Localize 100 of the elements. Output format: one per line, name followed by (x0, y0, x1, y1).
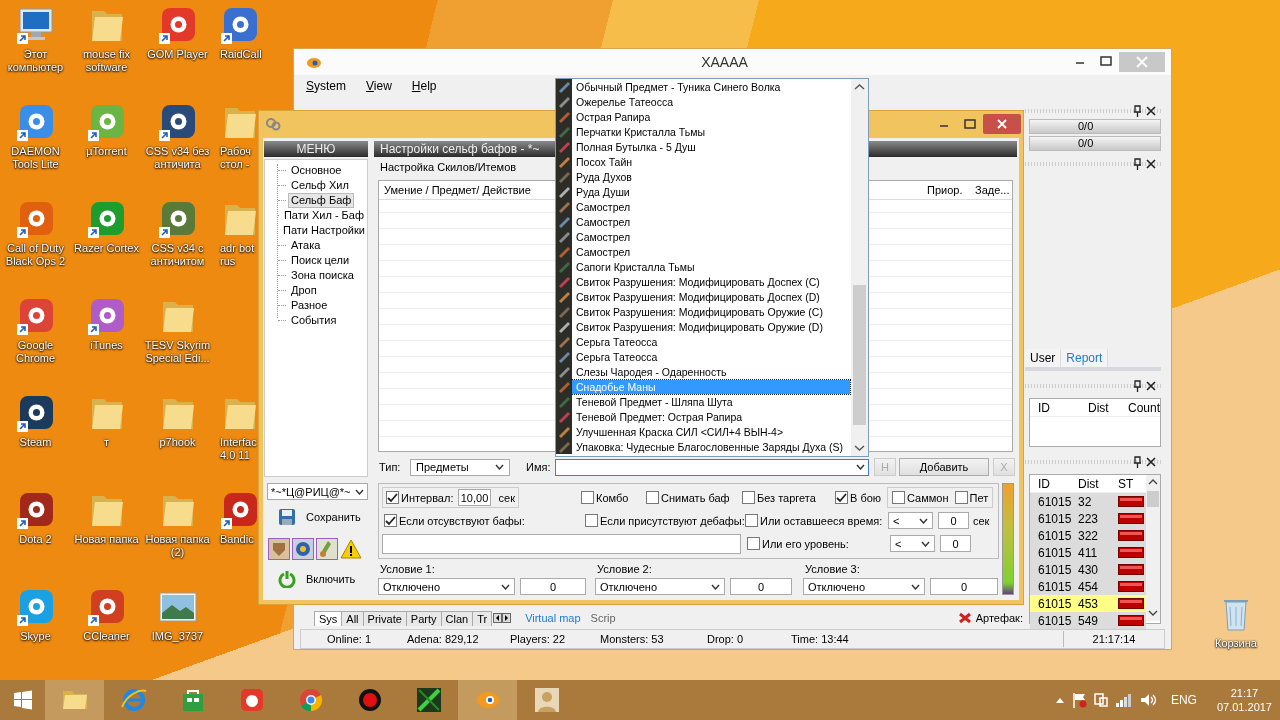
list-item[interactable]: Упаковка: Чудесные Благословенные Заряды Духа (S) (572, 439, 850, 454)
checkbox[interactable] (386, 491, 399, 504)
menu-item[interactable]: Help (411, 79, 437, 93)
pin-icon[interactable] (1133, 456, 1142, 468)
number-field[interactable]: 0 (940, 535, 971, 552)
signal-icon[interactable] (1114, 692, 1133, 708)
tab[interactable]: Virtual map (525, 612, 581, 624)
checkbox[interactable] (646, 491, 659, 504)
table-row[interactable]: 61015 453 (1030, 595, 1146, 612)
tree-item[interactable]: Основное (288, 163, 345, 178)
scroll-arrows-icon[interactable] (493, 613, 512, 623)
warning-icon[interactable] (340, 538, 362, 560)
menu-item[interactable]: View (366, 79, 392, 93)
enable-button[interactable]: Включить (264, 567, 368, 591)
action-button[interactable]: Добавить (899, 458, 989, 476)
operator-select[interactable]: < (890, 535, 935, 552)
tab[interactable]: Party (405, 610, 442, 626)
tree-item[interactable]: Пати Хил - Баф (280, 208, 367, 223)
checkbox[interactable] (747, 537, 760, 550)
number-field[interactable]: 0 (930, 578, 998, 595)
checkbox[interactable] (742, 491, 755, 504)
clock[interactable]: 21:17 07.01.2017 (1216, 686, 1272, 714)
close-icon[interactable] (1146, 159, 1156, 169)
list-item[interactable]: Сапоги Кристалла Тьмы (572, 259, 850, 274)
condition-select[interactable]: Отключено (378, 578, 515, 595)
list-item[interactable]: Серьга Татеосса (572, 334, 850, 349)
pin-icon[interactable] (1133, 105, 1142, 117)
list-item[interactable]: Свиток Разрушения: Модифицировать Оружие (D) (572, 319, 850, 334)
table-row[interactable]: 61015 454 (1030, 578, 1146, 595)
list-item[interactable]: Ожерелье Татеосса (572, 94, 850, 109)
tab[interactable]: Tr (472, 610, 493, 626)
list-item[interactable]: Руда Духов (572, 169, 850, 184)
table-row[interactable]: 61015 430 (1030, 561, 1146, 578)
orb-icon[interactable] (292, 538, 314, 560)
number-field[interactable]: 0 (938, 512, 969, 529)
list-item[interactable]: Обычный Предмет - Туника Синего Волка (572, 79, 850, 94)
windows-logo-icon[interactable] (12, 690, 33, 710)
table-row[interactable]: 61015 322 (1030, 527, 1146, 544)
tab[interactable]: User (1025, 349, 1062, 367)
list-item[interactable]: Самострел (572, 229, 850, 244)
network-icon[interactable] (1092, 692, 1109, 708)
scroll-bar[interactable] (1146, 475, 1160, 621)
list-item[interactable]: Слезы Чародея - Одаренность (572, 364, 850, 379)
type-select[interactable]: Предметы (410, 458, 510, 476)
checkbox[interactable] (954, 491, 968, 504)
table-row[interactable]: 61015 549 (1030, 612, 1146, 629)
checkbox[interactable] (745, 514, 758, 527)
list-item[interactable]: Теневой Предмет - Шляпа Шута (572, 394, 850, 409)
tab[interactable]: Scrip (590, 612, 616, 624)
close-icon[interactable] (1146, 457, 1156, 467)
list-item[interactable]: Полная Бутылка - 5 Душ (572, 139, 850, 154)
list-item[interactable]: Посох Тайн (572, 154, 850, 169)
list-item[interactable]: Свиток Разрушения: Модифицировать Доспех (C) (572, 274, 850, 289)
condition-select[interactable]: Отключено (803, 578, 925, 595)
shield-icon[interactable] (268, 538, 290, 560)
tab[interactable]: All (341, 610, 364, 626)
condition-select[interactable]: Отключено (595, 578, 725, 595)
close-button[interactable] (983, 113, 1021, 134)
list-item[interactable]: Руда Души (572, 184, 850, 199)
pin-icon[interactable] (1133, 380, 1142, 392)
list-item[interactable]: Самострел (572, 214, 850, 229)
language-indicator[interactable]: ENG (1170, 693, 1197, 707)
tree-item[interactable]: Сельф Хил (288, 178, 352, 193)
tree-item[interactable]: Поиск цели (288, 253, 353, 268)
tab[interactable]: Report (1061, 349, 1109, 367)
tree-item[interactable]: События (288, 313, 340, 328)
number-field[interactable]: 0 (520, 578, 586, 595)
tree-item[interactable]: Дроп (288, 283, 320, 298)
table-row[interactable]: 61015 223 (1030, 510, 1146, 527)
close-icon[interactable] (1146, 381, 1156, 391)
list-item[interactable]: Самострел (572, 199, 850, 214)
checkbox[interactable] (892, 491, 905, 504)
list-item[interactable]: Острая Рапира (572, 109, 850, 124)
list-item[interactable]: Улучшенная Краска СИЛ <СИЛ+4 ВЫН-4> (572, 424, 850, 439)
table-row[interactable]: 61015 32 (1030, 493, 1146, 510)
checkbox[interactable] (384, 514, 397, 527)
checkbox[interactable] (581, 491, 594, 504)
list-item[interactable]: Свиток Разрушения: Модифицировать Оружие (C) (572, 304, 850, 319)
list-item[interactable]: Свиток Разрушения: Модифицировать Доспех (D) (572, 289, 850, 304)
tree-item[interactable]: Пати Настройки (280, 223, 368, 238)
operator-select[interactable]: < (888, 512, 933, 529)
tree-item[interactable]: Зона поиска (288, 268, 357, 283)
profile-select[interactable]: *~*Ц@РИЦ@*~ (267, 483, 368, 500)
tree-item[interactable]: Сельф Баф (288, 193, 355, 208)
checkbox[interactable] (585, 514, 598, 527)
tab[interactable]: Sys (314, 610, 343, 626)
list-item[interactable]: Теневой Предмет: Острая Рапира (572, 409, 850, 424)
pin-icon[interactable] (1133, 158, 1142, 170)
list-item[interactable]: Перчатки Кристалла Тьмы (572, 124, 850, 139)
flag-icon[interactable] (1070, 692, 1087, 708)
menu-item[interactable]: System (306, 79, 347, 93)
tree-item[interactable]: Атака (288, 238, 324, 253)
caret-up-icon[interactable] (1054, 696, 1065, 704)
buff-field[interactable] (382, 533, 741, 554)
scroll-bar[interactable] (851, 79, 868, 456)
volume-icon[interactable] (1138, 692, 1157, 708)
tab[interactable]: Private (362, 610, 407, 626)
list-item[interactable]: Самострел (572, 244, 850, 259)
name-combobox[interactable] (555, 458, 869, 476)
close-icon[interactable] (1146, 106, 1156, 116)
